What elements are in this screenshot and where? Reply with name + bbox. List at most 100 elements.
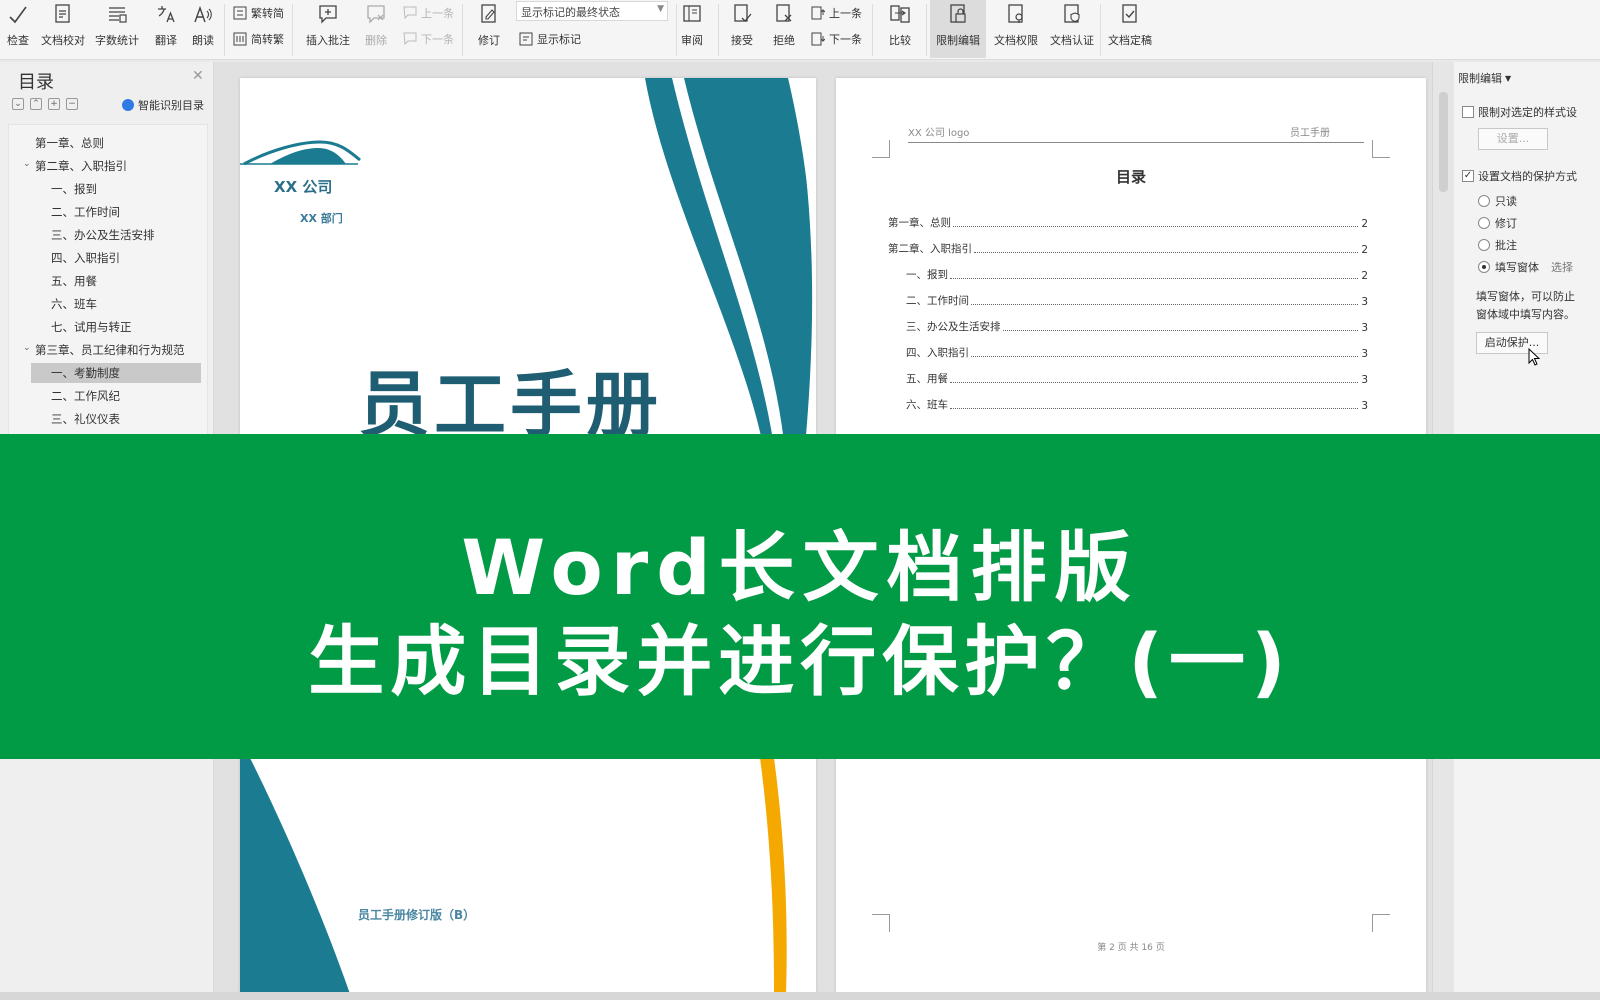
toc-entry[interactable]: 第二章、入职指引 2 bbox=[888, 240, 1368, 256]
reject-button[interactable]: 拒绝 bbox=[766, 0, 802, 58]
toc-entry[interactable]: 五、用餐 3 bbox=[906, 370, 1368, 386]
chevron-down-icon: ▼ bbox=[1505, 73, 1512, 83]
checkmark-icon: ✓ bbox=[1462, 170, 1474, 182]
delete-comment-button[interactable]: 删除 bbox=[358, 0, 394, 58]
trad-to-simp-button[interactable]: 繁转简 bbox=[232, 2, 284, 24]
toc-tree-item[interactable]: 第三章、员工纪律和行为规范 bbox=[35, 340, 185, 360]
limit-format-checkbox[interactable]: 限制对选定的样式设 bbox=[1462, 104, 1577, 120]
translate-button[interactable]: 翻译 bbox=[148, 0, 184, 58]
toc-tree-item[interactable]: 一、报到 bbox=[51, 179, 97, 199]
collapse-all-icon[interactable]: ⌄ bbox=[12, 98, 24, 110]
nav-toolbar: ⌄ ⌃ + − bbox=[12, 98, 78, 114]
chevron-down-icon[interactable]: ⌄ bbox=[23, 343, 31, 353]
next-comment-button[interactable]: 下一条 bbox=[402, 28, 454, 50]
radio-icon bbox=[1478, 195, 1490, 207]
trad-simp-icon bbox=[232, 5, 248, 21]
toc-tree-item-selected[interactable]: 一、考勤制度 bbox=[31, 363, 201, 383]
smart-toc-button[interactable]: 智能识别目录 bbox=[122, 97, 204, 113]
chevron-down-icon: ▼ bbox=[657, 4, 664, 14]
compare-icon bbox=[887, 0, 913, 28]
insert-comment-icon bbox=[315, 0, 341, 28]
option-readonly-radio[interactable]: 只读 bbox=[1478, 193, 1517, 209]
page-number: 第 2 页 共 16 页 bbox=[1097, 943, 1165, 953]
restrict-editing-icon bbox=[945, 0, 971, 28]
toc-entry[interactable]: 第一章、总则 2 bbox=[888, 214, 1368, 230]
ribbon-toolbar: 检查 文档校对 字数统计 翻译 朗读 繁转简 简转繁 插入批注 删除 上一条 下… bbox=[0, 0, 1600, 60]
page-header-right: 员工手册 bbox=[1290, 128, 1330, 139]
toc-entry[interactable]: 二、工作时间 3 bbox=[906, 292, 1368, 308]
proofread-icon bbox=[50, 0, 76, 28]
set-protection-checkbox[interactable]: ✓ 设置文档的保护方式 bbox=[1462, 168, 1577, 184]
simp-to-trad-button[interactable]: 简转繁 bbox=[232, 28, 284, 50]
prev-change-button[interactable]: 上一条 bbox=[810, 2, 862, 24]
toc-tree-item[interactable]: 六、班车 bbox=[51, 294, 97, 314]
prev-comment-icon bbox=[402, 5, 418, 21]
separator bbox=[292, 4, 293, 56]
toc-tree-item[interactable]: 三、礼仪仪表 bbox=[51, 409, 120, 429]
option-track-radio[interactable]: 修订 bbox=[1478, 215, 1517, 231]
close-icon[interactable]: ✕ bbox=[192, 68, 204, 84]
toc-entry[interactable]: 六、班车 3 bbox=[906, 396, 1368, 412]
toc-entry[interactable]: 三、办公及生活安排 3 bbox=[906, 318, 1368, 334]
margin-corner-mark bbox=[872, 914, 890, 932]
margin-corner-mark bbox=[1372, 140, 1390, 158]
insert-comment-button[interactable]: 插入批注 bbox=[302, 0, 354, 58]
panel-title[interactable]: 限制编辑 ▼ bbox=[1458, 70, 1511, 86]
track-changes-button[interactable]: 修订 bbox=[470, 0, 508, 58]
document-certify-icon bbox=[1059, 0, 1085, 28]
word-count-button[interactable]: 字数统计 bbox=[94, 0, 140, 58]
page-header-left: XX 公司 logo bbox=[908, 128, 970, 139]
radio-icon bbox=[1478, 239, 1490, 251]
toc-tree-item[interactable]: 第二章、入职指引 bbox=[35, 156, 127, 176]
accept-button[interactable]: 接受 bbox=[724, 0, 760, 58]
toc-tree-item[interactable]: 七、试用与转正 bbox=[51, 317, 132, 337]
show-markup-icon bbox=[518, 31, 534, 47]
markup-state-select[interactable]: 显示标记的最终状态 ▼ bbox=[516, 1, 668, 21]
next-change-icon bbox=[810, 31, 826, 47]
spellcheck-button[interactable]: 检查 bbox=[0, 0, 36, 58]
toc-tree-item[interactable]: 五、用餐 bbox=[51, 271, 97, 291]
toc-entry[interactable]: 一、报到 2 bbox=[906, 266, 1368, 282]
separator bbox=[926, 4, 927, 56]
simp-trad-icon bbox=[232, 31, 248, 47]
document-permission-button[interactable]: 文档权限 bbox=[990, 0, 1042, 58]
chevron-down-icon[interactable]: ⌄ bbox=[23, 159, 31, 169]
prev-comment-button[interactable]: 上一条 bbox=[402, 2, 454, 24]
document-certify-button[interactable]: 文档认证 bbox=[1046, 0, 1098, 58]
radio-selected-icon bbox=[1478, 261, 1490, 273]
review-pane-button[interactable]: 审阅 bbox=[674, 0, 710, 58]
toc-tree-item[interactable]: 二、工作时间 bbox=[51, 202, 120, 222]
settings-button[interactable]: 设置... bbox=[1478, 128, 1548, 150]
add-heading-icon[interactable]: + bbox=[48, 98, 60, 110]
delete-comment-icon bbox=[363, 0, 389, 28]
read-aloud-button[interactable]: 朗读 bbox=[188, 0, 218, 58]
translate-icon bbox=[153, 0, 179, 28]
horizontal-scrollbar[interactable] bbox=[0, 992, 1600, 1000]
option-form-radio[interactable]: 填写窗体 选择 bbox=[1478, 259, 1573, 275]
smart-toc-icon bbox=[122, 99, 134, 111]
toc-tree-item[interactable]: 二、工作风纪 bbox=[51, 386, 120, 406]
toc-tree-item[interactable]: 三、办公及生活安排 bbox=[51, 225, 155, 245]
document-finalize-button[interactable]: 文档定稿 bbox=[1104, 0, 1156, 58]
read-aloud-icon bbox=[190, 0, 216, 28]
expand-up-icon[interactable]: ⌃ bbox=[30, 98, 42, 110]
compare-button[interactable]: 比较 bbox=[880, 0, 920, 58]
toc-entry[interactable]: 四、入职指引 3 bbox=[906, 344, 1368, 360]
toc-tree-item[interactable]: 第一章、总则 bbox=[35, 133, 104, 153]
remove-heading-icon[interactable]: − bbox=[66, 98, 78, 110]
nav-pane-title: 目录 bbox=[18, 72, 54, 93]
option-comment-radio[interactable]: 批注 bbox=[1478, 237, 1517, 253]
next-change-button[interactable]: 下一条 bbox=[810, 28, 862, 50]
restrict-editing-button[interactable]: 限制编辑 bbox=[930, 0, 986, 58]
show-markup-button[interactable]: 显示标记 bbox=[518, 28, 581, 50]
proofread-button[interactable]: 文档校对 bbox=[40, 0, 86, 58]
separator bbox=[718, 4, 719, 56]
separator bbox=[224, 4, 225, 56]
toc-tree-item[interactable]: 四、入职指引 bbox=[51, 248, 120, 268]
checkbox-icon bbox=[1462, 106, 1474, 118]
margin-corner-mark bbox=[1372, 914, 1390, 932]
protection-description: 窗体域中填写内容。 bbox=[1476, 308, 1575, 321]
next-comment-icon bbox=[402, 31, 418, 47]
scrollbar-thumb[interactable] bbox=[1439, 92, 1448, 192]
banner-title-line2: 生成目录并进行保护？(一) bbox=[308, 617, 1292, 706]
